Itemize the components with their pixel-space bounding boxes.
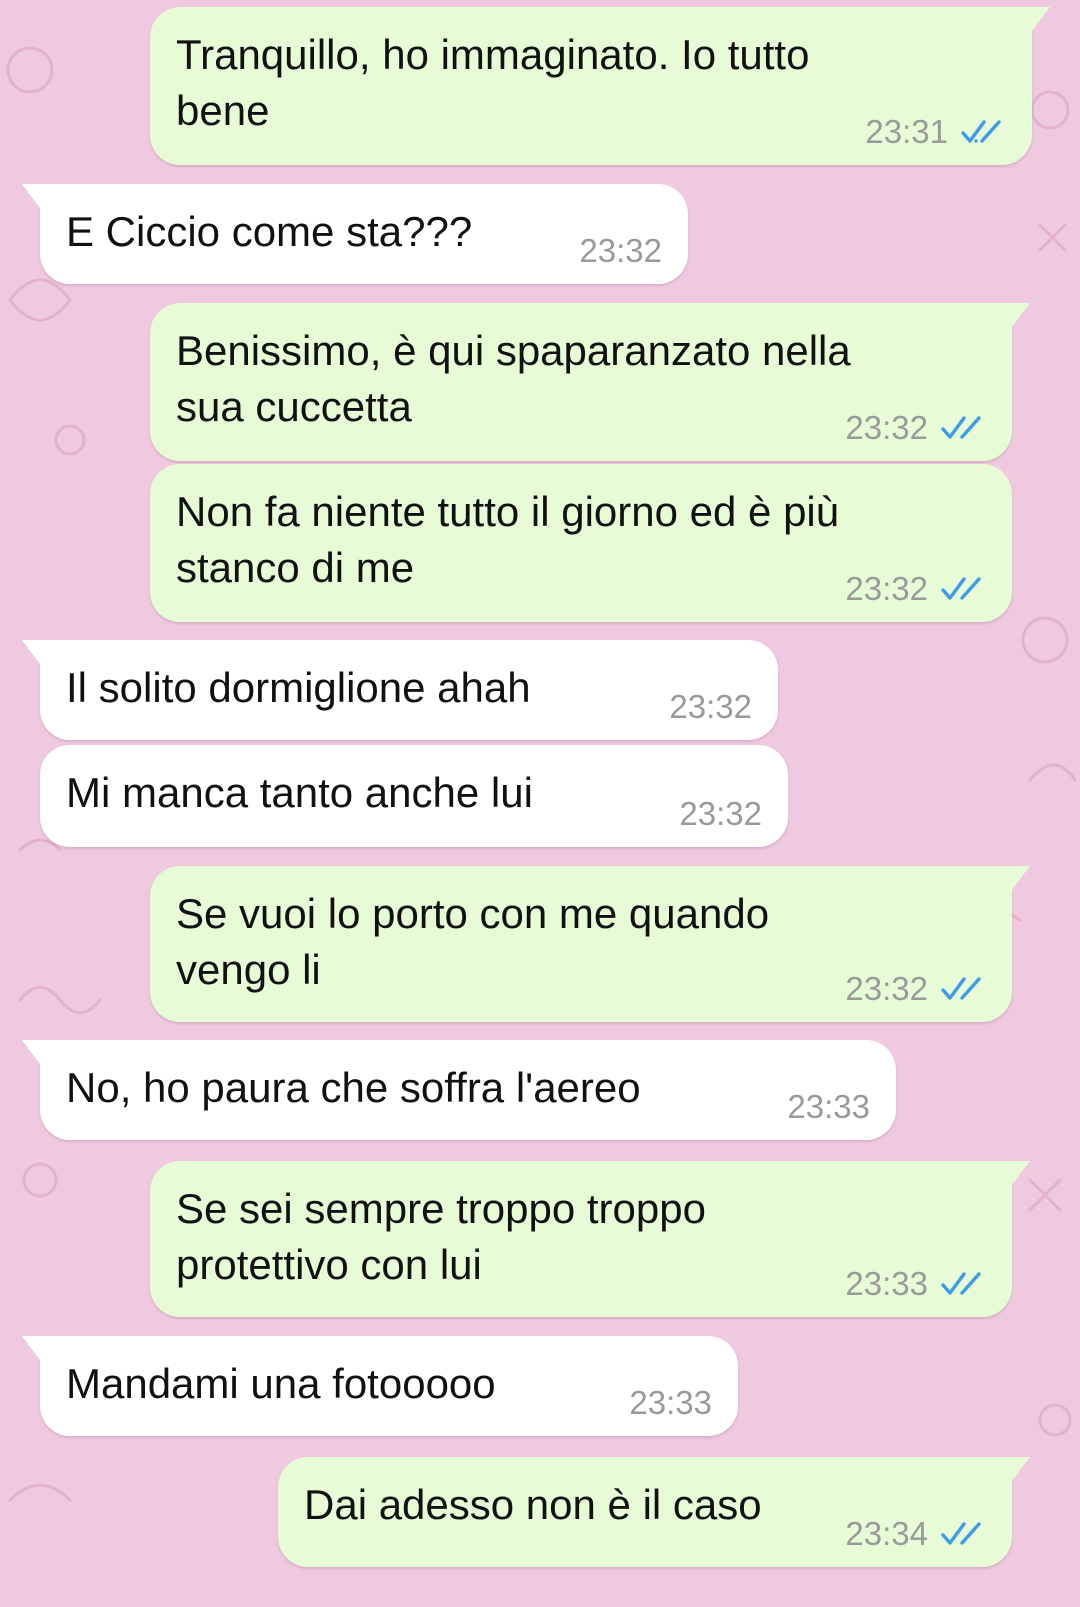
message-bubble-outgoing[interactable]: Non fa niente tutto il giorno ed è più s… (150, 464, 1012, 622)
message-meta: 23:33 (629, 1384, 712, 1422)
message-text: Non fa niente tutto il giorno ed è più s… (176, 488, 840, 591)
read-double-check-icon (941, 416, 981, 439)
message-meta: 23:32 (579, 232, 662, 270)
message-meta: 23:31 (865, 113, 1006, 151)
message-bubble-incoming[interactable]: No, ho paura che soffra l'aereo 23:33 (22, 1040, 896, 1140)
message-meta: 23:32 (845, 970, 986, 1008)
message-text: Il solito dormiglione ahah (66, 664, 531, 711)
message-time: 23:32 (845, 970, 928, 1007)
message-meta: 23:34 (845, 1515, 986, 1553)
read-double-check-icon (941, 1272, 981, 1295)
message-time: 23:33 (787, 1088, 870, 1125)
message-meta: 23:32 (679, 795, 762, 833)
message-text: Se sei sempre troppo troppo protettivo c… (176, 1185, 706, 1288)
read-double-check-icon (941, 977, 981, 1000)
message-time: 23:32 (669, 688, 752, 725)
message-meta: 23:32 (669, 688, 752, 726)
message-time: 23:33 (629, 1384, 712, 1421)
message-text: Benissimo, è qui spaparanzato nella sua … (176, 327, 851, 430)
message-meta: 23:33 (787, 1088, 870, 1126)
message-bubble-incoming[interactable]: Il solito dormiglione ahah 23:32 (22, 640, 778, 740)
message-text: Dai adesso non è il caso (304, 1481, 762, 1528)
message-text: E Ciccio come sta??? (66, 208, 473, 255)
message-time: 23:32 (845, 570, 928, 607)
message-bubble-incoming[interactable]: E Ciccio come sta??? 23:32 (22, 184, 688, 284)
message-time: 23:31 (865, 113, 948, 150)
message-meta: 23:32 (845, 570, 986, 608)
message-meta: 23:33 (845, 1265, 986, 1303)
message-bubble-outgoing[interactable]: Se sei sempre troppo troppo protettivo c… (150, 1161, 1030, 1317)
message-bubble-incoming[interactable]: Mandami una fotooooo 23:33 (22, 1336, 738, 1436)
message-text: No, ho paura che soffra l'aereo (66, 1064, 641, 1111)
message-bubble-outgoing[interactable]: Benissimo, è qui spaparanzato nella sua … (150, 303, 1030, 461)
message-time: 23:32 (579, 232, 662, 269)
read-double-check-icon (961, 120, 1001, 143)
message-bubble-incoming[interactable]: Mi manca tanto anche lui 23:32 (40, 745, 788, 847)
message-time: 23:33 (845, 1265, 928, 1302)
read-double-check-icon (941, 577, 981, 600)
message-bubble-outgoing[interactable]: Se vuoi lo porto con me quando vengo li … (150, 866, 1030, 1022)
message-time: 23:34 (845, 1515, 928, 1552)
message-time: 23:32 (845, 409, 928, 446)
read-double-check-icon (941, 1522, 981, 1545)
message-meta: 23:32 (845, 409, 986, 447)
message-time: 23:32 (679, 795, 762, 832)
message-text: Mandami una fotooooo (66, 1360, 496, 1407)
message-text: Tranquillo, ho immaginato. Io tutto bene (176, 31, 810, 134)
message-bubble-outgoing[interactable]: Dai adesso non è il caso 23:34 (278, 1457, 1030, 1567)
message-text: Mi manca tanto anche lui (66, 769, 533, 816)
message-bubble-outgoing[interactable]: Tranquillo, ho immaginato. Io tutto bene… (150, 7, 1050, 165)
message-text: Se vuoi lo porto con me quando vengo li (176, 890, 770, 993)
